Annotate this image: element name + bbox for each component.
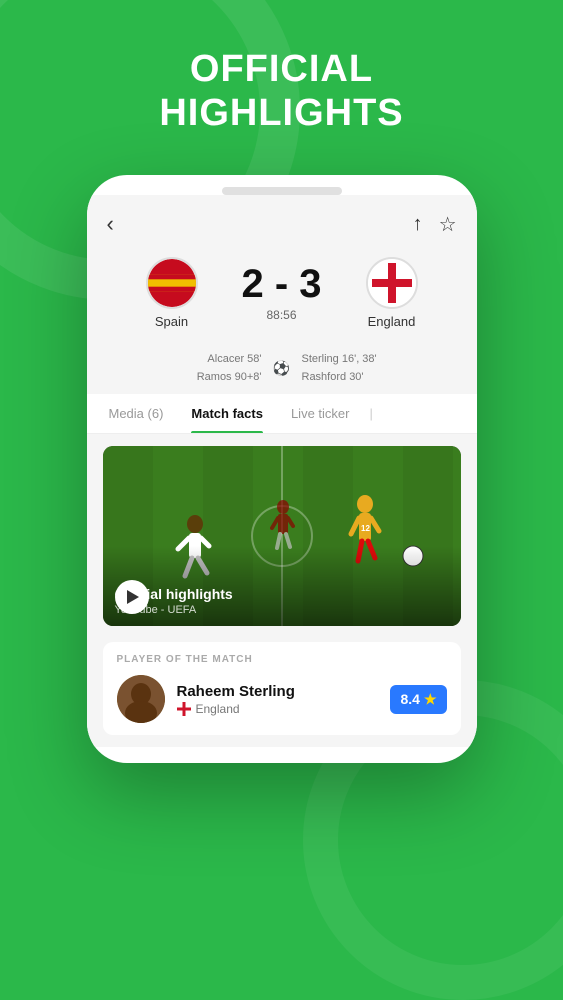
england-flag-icon: [366, 257, 418, 309]
tab-match-facts[interactable]: Match facts: [177, 394, 277, 433]
potm-label: PLAYER OF THE MATCH: [117, 654, 447, 665]
rating-star-icon: ★: [424, 691, 437, 708]
phone-notch: [222, 187, 342, 195]
rating-value: 8.4: [400, 691, 419, 707]
team-away: England: [342, 257, 442, 329]
player-country-name: England: [196, 702, 240, 716]
tab-media[interactable]: Media (6): [95, 394, 178, 433]
video-card[interactable]: 12: [103, 446, 461, 626]
play-icon: [127, 590, 139, 604]
goals-away: Sterling 16', 38' Rashford 30': [294, 351, 467, 386]
tabs-bar: Media (6) Match facts Live ticker |: [87, 394, 477, 434]
match-nav: ‹ ↑ ☆: [107, 211, 457, 237]
home-team-name: Spain: [155, 314, 188, 329]
player-avatar: [117, 675, 165, 723]
potm-info: Raheem Sterling England: [177, 683, 295, 716]
header-line2: HIGHLIGHTS: [159, 92, 403, 134]
match-time: 88:56: [266, 308, 296, 322]
away-team-name: England: [368, 314, 416, 329]
potm-row: Raheem Sterling England: [117, 675, 447, 723]
score-sep: -: [275, 262, 288, 306]
video-info: Official highlights YouTube - UEFA: [103, 576, 461, 626]
goal-away-1: Sterling 16', 38': [302, 351, 467, 369]
favorite-icon[interactable]: ☆: [439, 212, 457, 237]
player-rating-badge: 8.4 ★: [390, 685, 446, 714]
player-name: Raheem Sterling: [177, 683, 295, 700]
potm-left: Raheem Sterling England: [117, 675, 295, 723]
score-away: 3: [299, 262, 321, 306]
nav-actions: ↑ ☆: [413, 212, 457, 237]
goal-away-2: Rashford 30': [302, 369, 467, 387]
tab-live-ticker[interactable]: Live ticker: [277, 394, 364, 433]
match-header: ‹ ↑ ☆ Spain: [87, 195, 477, 345]
potm-section: PLAYER OF THE MATCH Raheem Ster: [103, 642, 461, 735]
goal-home-1: Alcacer 58': [97, 351, 262, 369]
score-center: 2 - 3 88:56: [222, 264, 342, 322]
svg-text:12: 12: [361, 524, 370, 533]
spain-flag-icon: [146, 257, 198, 309]
share-icon[interactable]: ↑: [413, 213, 423, 236]
player-country: England: [177, 702, 295, 716]
back-button[interactable]: ‹: [107, 211, 114, 237]
phone-screen: ‹ ↑ ☆ Spain: [87, 175, 477, 763]
content-area: 12: [87, 434, 477, 747]
promo-header: OFFICIAL HIGHLIGHTS: [0, 0, 563, 135]
england-flag-small-icon: [177, 702, 191, 716]
score-display: 2 - 3: [241, 264, 321, 304]
goal-home-2: Ramos 90+8': [97, 369, 262, 387]
soccer-ball-icon: ⚽: [270, 351, 294, 386]
score-section: Spain 2 - 3 88:56: [107, 249, 457, 333]
tab-overflow[interactable]: |: [363, 394, 378, 433]
team-home: Spain: [122, 257, 222, 329]
header-line1: OFFICIAL: [190, 48, 373, 90]
goals-home: Alcacer 58' Ramos 90+8': [97, 351, 270, 386]
score-home: 2: [241, 262, 263, 306]
phone-mockup: ‹ ↑ ☆ Spain: [87, 175, 477, 763]
goals-row: Alcacer 58' Ramos 90+8' ⚽ Sterling 16', …: [87, 345, 477, 394]
play-button[interactable]: [115, 580, 149, 614]
